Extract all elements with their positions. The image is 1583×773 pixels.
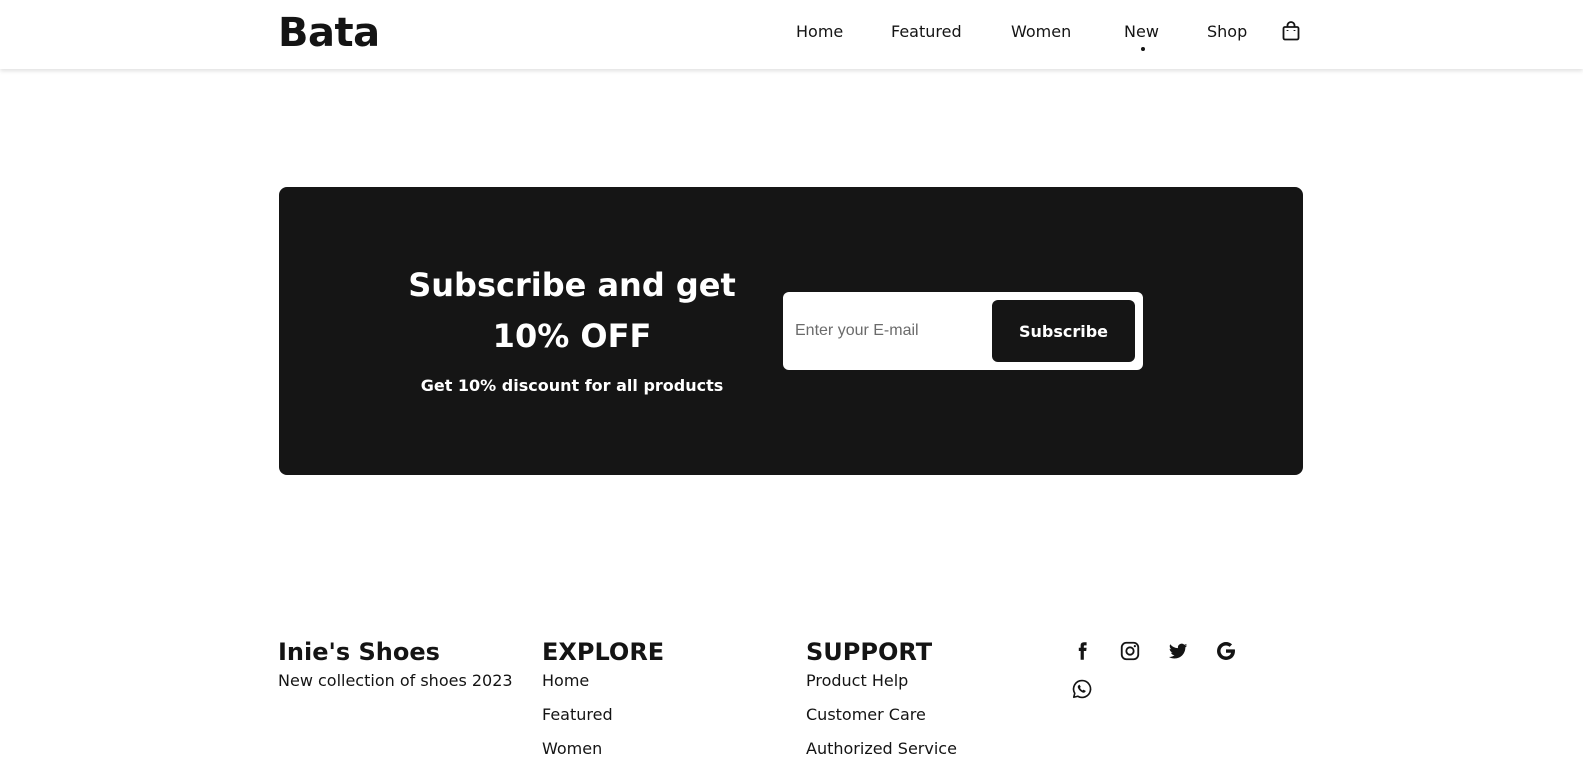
subscribe-banner: Subscribe and get 10% OFF Get 10% discou… xyxy=(279,187,1303,475)
footer-link-customer-care[interactable]: Customer Care xyxy=(806,705,957,725)
footer-link-featured[interactable]: Featured xyxy=(542,705,664,725)
subscribe-heading-line2: 10% OFF xyxy=(492,317,652,355)
footer-support: SUPPORT Product Help Customer Care Autho… xyxy=(806,637,957,773)
footer-support-title: SUPPORT xyxy=(806,638,933,666)
subscribe-button[interactable]: Subscribe xyxy=(992,300,1135,362)
subscribe-subtitle: Get 10% discount for all products xyxy=(420,376,724,395)
google-icon[interactable] xyxy=(1215,640,1237,662)
footer-link-home[interactable]: Home xyxy=(542,671,664,691)
footer-explore: EXPLORE Home Featured Women xyxy=(542,637,664,773)
instagram-icon[interactable] xyxy=(1119,640,1141,662)
footer-link-authorized-service[interactable]: Authorized Service xyxy=(806,739,957,759)
footer-brand-text: New collection of shoes 2023 xyxy=(278,671,513,690)
nav-home[interactable]: Home xyxy=(796,22,843,42)
whatsapp-icon[interactable] xyxy=(1071,678,1093,700)
nav-shop[interactable]: Shop xyxy=(1207,22,1247,42)
facebook-icon[interactable] xyxy=(1071,640,1093,662)
nav-new[interactable]: New xyxy=(1124,22,1159,42)
site-header: Bata Home Featured Women New Shop xyxy=(0,0,1583,69)
subscribe-heading: Subscribe and get 10% OFF xyxy=(399,260,745,362)
footer-brand-title: Inie's Shoes xyxy=(278,638,440,666)
site-logo[interactable]: Bata xyxy=(278,9,380,57)
twitter-icon[interactable] xyxy=(1167,640,1189,662)
footer-link-women[interactable]: Women xyxy=(542,739,664,759)
nav-featured[interactable]: Featured xyxy=(891,22,962,42)
footer-link-product-help[interactable]: Product Help xyxy=(806,671,957,691)
shopping-bag-icon[interactable] xyxy=(1282,21,1300,41)
footer-brand: Inie's Shoes New collection of shoes 202… xyxy=(278,637,513,691)
email-input[interactable] xyxy=(787,300,983,362)
subscribe-form: Subscribe xyxy=(783,292,1143,370)
subscribe-heading-line1: Subscribe and get xyxy=(408,266,736,304)
active-nav-indicator xyxy=(1141,47,1145,51)
footer-explore-title: EXPLORE xyxy=(542,638,665,666)
nav-women[interactable]: Women xyxy=(1011,22,1071,42)
